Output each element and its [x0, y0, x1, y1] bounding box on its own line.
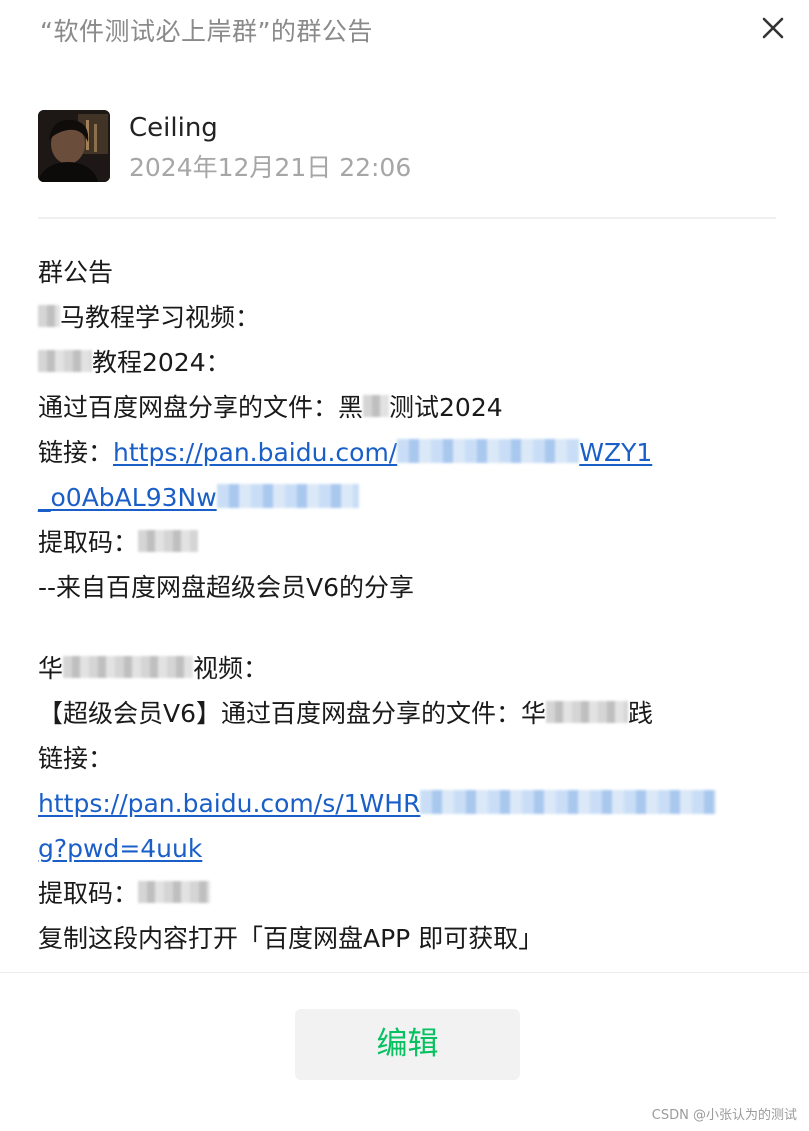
section2-line1: 华视频：: [38, 654, 269, 683]
announcement-dialog: “软件测试必上岸群”的群公告 Ceiling 2024年12月21日 22:06: [0, 0, 809, 1131]
close-icon: [762, 17, 784, 39]
share-link-2-cont[interactable]: g?pwd=4uuk: [38, 834, 202, 863]
redacted-text: [63, 656, 194, 678]
edit-button[interactable]: 编辑: [295, 1009, 520, 1080]
dialog-titlebar: “软件测试必上岸群”的群公告: [0, 0, 809, 62]
announcement-body: 群公告 马教程学习视频： 教程2024： 通过百度网盘分享的文件：黑 测试2024…: [38, 250, 758, 961]
section1-code-line: 提取码：: [38, 520, 758, 565]
redacted-text: [38, 350, 92, 372]
redacted-text: [546, 701, 629, 723]
redacted-text: [363, 395, 390, 417]
announcement-heading: 群公告: [38, 258, 114, 287]
share-link-1-cont[interactable]: _o0AbAL93Nw: [38, 483, 359, 512]
watermark-text: CSDN @小张认为的测试: [651, 1108, 797, 1123]
section2-code-line: 提取码：: [38, 871, 758, 916]
section1-line1: 马教程学习视频：: [38, 295, 758, 340]
section1-line3: 通过百度网盘分享的文件：黑 测试2024: [38, 393, 503, 422]
redacted-link: [420, 790, 717, 814]
section2-link-line: https://pan.baidu.com/s/1WHR: [38, 781, 758, 826]
avatar-photo-icon: [38, 110, 110, 182]
section2-footer: 复制这段内容打开「百度网盘APP 即可获取」: [38, 924, 544, 953]
redacted-link: [397, 439, 580, 463]
share-link-2[interactable]: https://pan.baidu.com/s/1WHR: [38, 789, 717, 818]
section1-link-line2: _o0AbAL93Nw: [38, 475, 758, 520]
dialog-title: “软件测试必上岸群”的群公告: [40, 17, 373, 46]
header-divider: [38, 217, 776, 219]
section2-link-line2: g?pwd=4uuk: [38, 826, 758, 871]
redacted-code: [138, 530, 199, 552]
author-name: Ceiling: [129, 113, 218, 143]
redacted-text: [38, 305, 60, 327]
section2-line2: 【超级会员V6】通过百度网盘分享的文件：华践: [38, 699, 654, 728]
share-link-1[interactable]: https://pan.baidu.com/WZY1: [113, 438, 652, 467]
section2-link-label: 链接：: [38, 744, 114, 773]
footer-divider: [0, 972, 809, 973]
post-timestamp: 2024年12月21日 22:06: [129, 153, 412, 182]
section1-link-line: 链接：https://pan.baidu.com/WZY1: [38, 438, 653, 467]
section1-footer: --来自百度网盘超级会员V6的分享: [38, 573, 415, 602]
redacted-link: [216, 484, 359, 508]
redacted-code: [138, 881, 211, 903]
avatar[interactable]: [38, 110, 110, 182]
section1-line2: 教程2024：: [38, 340, 758, 385]
close-button[interactable]: [757, 12, 789, 44]
